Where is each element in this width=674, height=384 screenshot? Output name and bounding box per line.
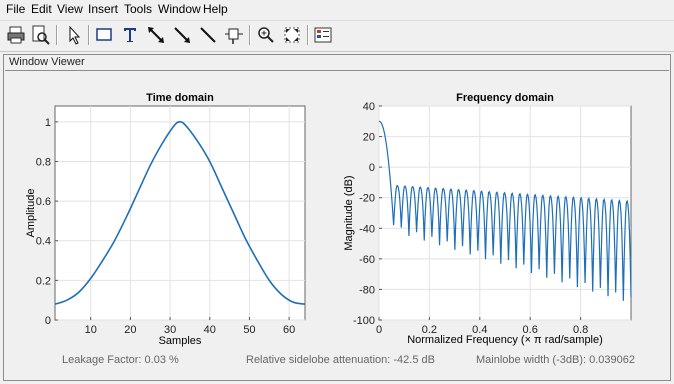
y-tick-label: -80 — [359, 284, 375, 296]
y-tick-label: 1 — [45, 117, 51, 129]
frequency-domain-ylabel: Magnitude (dB) — [343, 175, 355, 250]
mainlobe-width-text: Mainlobe width (-3dB): 0.039062 — [476, 354, 635, 366]
x-tick-label: 40 — [204, 324, 216, 336]
y-tick-label: 0.2 — [36, 275, 51, 287]
frequency-domain-title: Frequency domain — [456, 92, 554, 104]
x-tick-label: 50 — [243, 324, 255, 336]
y-tick-label: -60 — [359, 254, 375, 266]
y-tick-label: -20 — [359, 193, 375, 205]
sidelobe-attenuation-text: Relative sidelobe attenuation: -42.5 dB — [246, 354, 435, 366]
time-domain-axes: 10 20 30 40 50 6000.20.40.60.81 Time domain S… — [25, 92, 306, 347]
y-tick-label: 20 — [363, 132, 375, 144]
y-tick-label: 40 — [363, 101, 375, 113]
y-tick-label: 0 — [45, 315, 51, 327]
y-tick-label: -40 — [359, 223, 375, 235]
time-domain-title: Time domain — [146, 92, 214, 104]
x-tick-label: 0 — [376, 324, 382, 336]
time-domain-plot-area — [54, 105, 306, 321]
frequency-domain-xlabel: Normalized Frequency (× π rad/sample) — [407, 334, 603, 346]
time-domain-xlabel: Samples — [159, 335, 202, 347]
y-tick-label: 0.8 — [36, 156, 51, 168]
frequency-domain-axes: 0 0.2 0.4 0.6 0.8-100-80-60-40-2002040 Frequ… — [343, 92, 632, 346]
time-domain-ylabel: Amplitude — [25, 189, 37, 238]
y-tick-label: -100 — [353, 315, 375, 327]
y-tick-label: 0.4 — [36, 236, 51, 248]
y-tick-label: 0.6 — [36, 196, 51, 208]
leakage-factor-text: Leakage Factor: 0.03 % — [62, 354, 179, 366]
x-tick-label: 60 — [283, 324, 295, 336]
y-tick-label: 0 — [369, 162, 375, 174]
x-tick-label: 10 — [85, 324, 97, 336]
x-tick-label: 20 — [124, 324, 136, 336]
charts-canvas: 10 20 30 40 50 6000.20.40.60.81 Time domain S… — [25, 92, 632, 347]
